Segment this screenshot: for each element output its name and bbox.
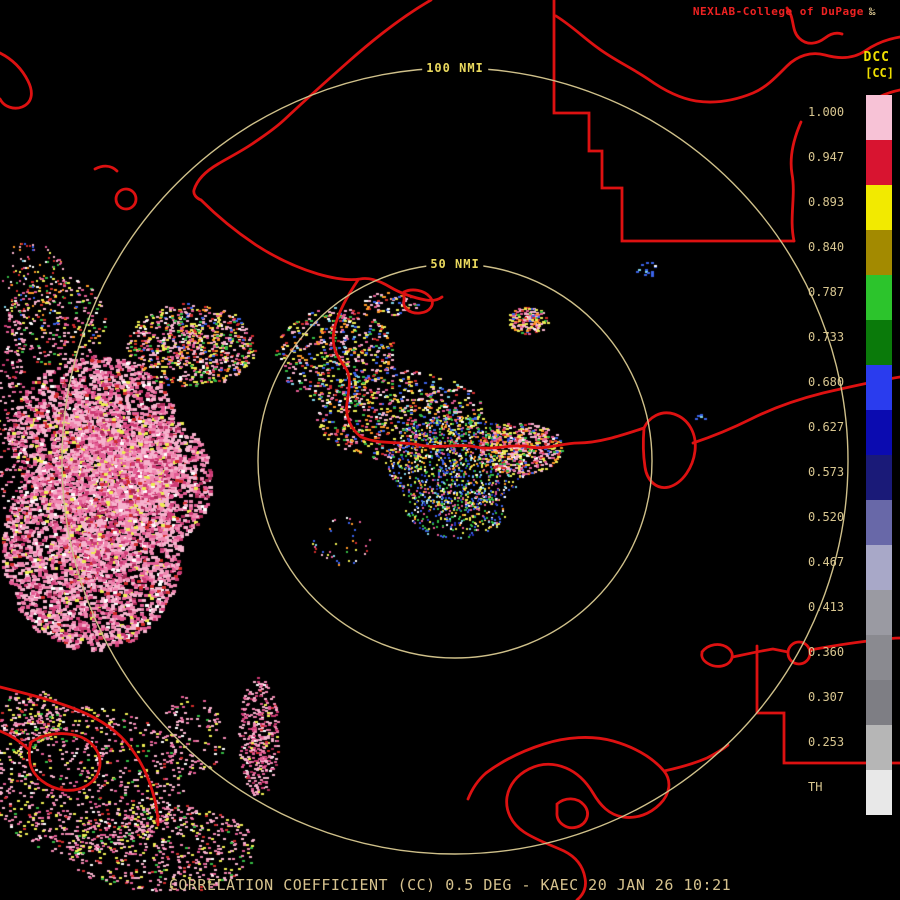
colorbar-label: 0.893 bbox=[808, 195, 845, 209]
colorbar-segment bbox=[866, 140, 892, 185]
colorbar-label: 0.947 bbox=[808, 150, 845, 164]
product-unit: [CC] bbox=[865, 66, 894, 80]
colorbar-segment bbox=[866, 680, 892, 725]
colorbar-segment bbox=[866, 275, 892, 320]
range-ring-label: 100 NMI bbox=[422, 61, 488, 75]
colorbar-label: 1.000 bbox=[808, 105, 845, 119]
radar-display: NEXLAB-College of DuPage ‰ DCC [CC] CORR… bbox=[0, 0, 900, 900]
colorbar-segment bbox=[866, 590, 892, 635]
colorbar bbox=[866, 95, 892, 815]
range-ring bbox=[61, 67, 849, 855]
colorbar-segment bbox=[866, 635, 892, 680]
colorbar-label: 0.840 bbox=[808, 240, 845, 254]
colorbar-label: 0.467 bbox=[808, 555, 845, 569]
colorbar-segment bbox=[866, 185, 892, 230]
colorbar-segment bbox=[866, 365, 892, 410]
colorbar-label: 0.520 bbox=[808, 510, 845, 524]
colorbar-label: 0.307 bbox=[808, 690, 845, 704]
colorbar-label: 0.627 bbox=[808, 420, 845, 434]
site-title-bar: NEXLAB-College of DuPage ‰ bbox=[693, 5, 876, 18]
colorbar-segment bbox=[866, 770, 892, 815]
colorbar-label: 0.573 bbox=[808, 465, 845, 479]
colorbar-label: 0.360 bbox=[808, 645, 845, 659]
range-rings bbox=[61, 67, 849, 855]
colorbar-segment bbox=[866, 545, 892, 590]
colorbar-segment bbox=[866, 725, 892, 770]
colorbar-label: 0.413 bbox=[808, 600, 845, 614]
colorbar-segment bbox=[866, 410, 892, 455]
product-code: DCC bbox=[863, 50, 890, 65]
colorbar-segment bbox=[866, 95, 892, 140]
colorbar-label: TH bbox=[808, 780, 823, 794]
colorbar-segment bbox=[866, 230, 892, 275]
colorbar-segment bbox=[866, 320, 892, 365]
colorbar-segment bbox=[866, 500, 892, 545]
colorbar-label: 0.787 bbox=[808, 285, 845, 299]
colorbar-segment bbox=[866, 455, 892, 500]
colorbar-label: 0.680 bbox=[808, 375, 845, 389]
range-ring-label: 50 NMI bbox=[426, 257, 484, 271]
cod-logo-glyph: ‰ bbox=[868, 5, 876, 18]
range-ring bbox=[257, 263, 653, 659]
colorbar-label: 0.253 bbox=[808, 735, 845, 749]
colorbar-label: 0.733 bbox=[808, 330, 845, 344]
status-bar: CORRELATION COEFFICIENT (CC) 0.5 DEG - K… bbox=[168, 876, 732, 894]
site-title: NEXLAB-College of DuPage bbox=[692, 5, 864, 18]
